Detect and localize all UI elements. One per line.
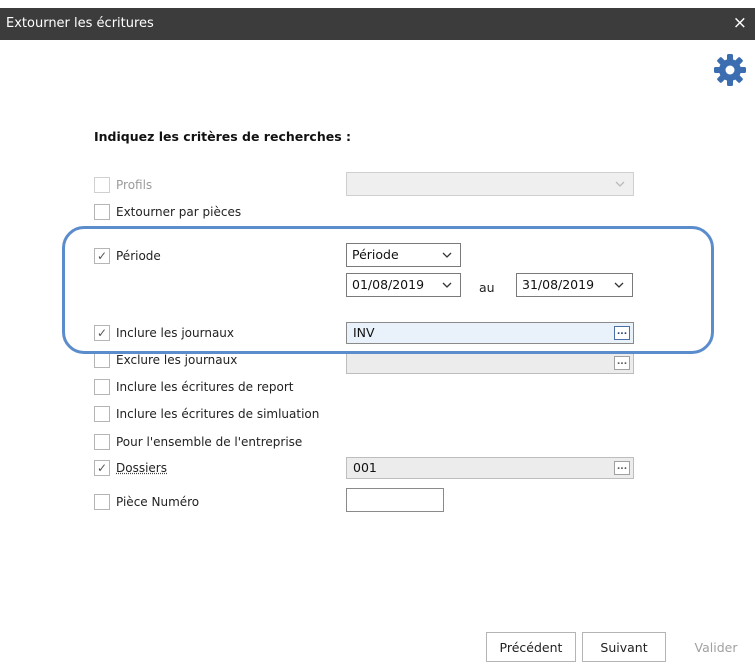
dossiers-label: Dossiers (116, 461, 167, 475)
date-from-value: 01/08/2019 (352, 277, 425, 292)
chevron-down-icon (442, 252, 452, 258)
piece-numero-label: Pièce Numéro (116, 495, 200, 509)
section-heading: Indiquez les critères de recherches : (94, 129, 351, 144)
profils-option[interactable]: Profils (94, 176, 152, 194)
piece-numero-option[interactable]: Pièce Numéro (94, 493, 199, 511)
piece-numero-input[interactable] (346, 488, 444, 512)
par-pieces-label: Extourner par pièces (116, 205, 242, 219)
dossiers-browse-button[interactable]: ... (614, 461, 630, 475)
ensemble-entreprise-label: Pour l'ensemble de l'entreprise (116, 435, 303, 449)
ecritures-simulation-option[interactable]: Inclure les écritures de simluation (94, 405, 319, 423)
journaux-input[interactable]: INV ... (346, 322, 634, 344)
inclure-journaux-label: Inclure les journaux (116, 326, 235, 340)
top-strip (0, 0, 755, 8)
dossiers-option[interactable]: ✓ Dossiers (94, 459, 167, 477)
ecritures-report-checkbox[interactable] (94, 379, 110, 395)
dossiers-checkbox[interactable]: ✓ (94, 460, 110, 476)
periode-type-value: Période (352, 247, 399, 262)
par-pieces-option[interactable]: Extourner par pièces (94, 203, 241, 221)
periode-label: Période (116, 249, 161, 263)
exclure-journaux-checkbox[interactable] (94, 352, 110, 368)
window-title: Extourner les écritures (6, 16, 154, 31)
dossiers-input[interactable]: 001 ... (346, 457, 634, 479)
date-separator: au (479, 280, 495, 295)
ecritures-simulation-label: Inclure les écritures de simluation (116, 407, 320, 421)
next-button[interactable]: Suivant (582, 632, 666, 662)
ensemble-entreprise-option[interactable]: Pour l'ensemble de l'entreprise (94, 433, 302, 451)
validate-button[interactable]: Valider (686, 632, 746, 662)
dossiers-value: 001 (353, 460, 377, 475)
gear-icon[interactable] (712, 52, 748, 88)
inclure-journaux-checkbox[interactable]: ✓ (94, 325, 110, 341)
periode-checkbox[interactable]: ✓ (94, 248, 110, 264)
periode-option[interactable]: ✓ Période (94, 247, 161, 265)
profils-select[interactable] (346, 172, 634, 196)
ecritures-simulation-checkbox[interactable] (94, 406, 110, 422)
chevron-down-icon (615, 181, 625, 187)
title-bar: Extourner les écritures × (0, 8, 755, 40)
inclure-journaux-option[interactable]: ✓ Inclure les journaux (94, 324, 234, 342)
date-to-value: 31/08/2019 (522, 277, 595, 292)
exclure-journaux-input[interactable]: ... (346, 352, 634, 374)
chevron-down-icon (442, 282, 452, 288)
close-button[interactable]: × (733, 13, 747, 33)
chevron-down-icon (614, 282, 624, 288)
exclure-journaux-option[interactable]: Exclure les journaux (94, 351, 237, 369)
profils-label: Profils (116, 178, 153, 192)
exclure-journaux-label: Exclure les journaux (116, 353, 238, 367)
periode-type-select[interactable]: Période (346, 243, 461, 267)
par-pieces-checkbox[interactable] (94, 204, 110, 220)
ecritures-report-option[interactable]: Inclure les écritures de report (94, 378, 293, 396)
previous-button[interactable]: Précédent (486, 632, 576, 662)
ensemble-entreprise-checkbox[interactable] (94, 434, 110, 450)
date-from-picker[interactable]: 01/08/2019 (346, 273, 461, 297)
piece-numero-checkbox[interactable] (94, 494, 110, 510)
ecritures-report-label: Inclure les écritures de report (116, 380, 294, 394)
journaux-value: INV (353, 325, 375, 340)
journaux-browse-button[interactable]: ... (614, 326, 630, 340)
exclure-browse-button[interactable]: ... (614, 356, 630, 370)
profils-checkbox[interactable] (94, 177, 110, 193)
date-to-picker[interactable]: 31/08/2019 (516, 273, 633, 297)
